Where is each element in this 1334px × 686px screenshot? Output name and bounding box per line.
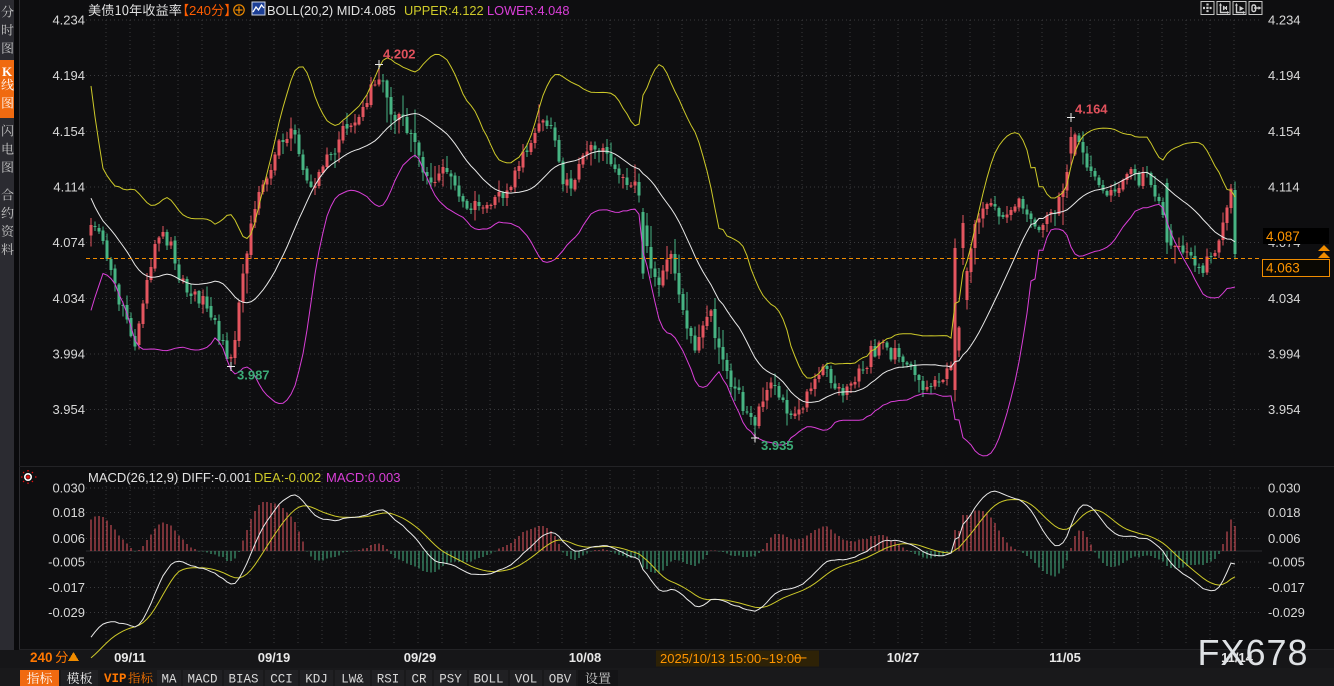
- svg-text:09/29: 09/29: [404, 650, 437, 665]
- svg-text:4.034: 4.034: [52, 291, 85, 306]
- svg-text:4.114: 4.114: [53, 180, 85, 195]
- svg-text:DEA:-0.002: DEA:-0.002: [254, 470, 321, 485]
- svg-text:0.018: 0.018: [52, 505, 85, 520]
- svg-text:VOL: VOL: [515, 673, 538, 686]
- svg-text:0.030: 0.030: [1268, 481, 1301, 496]
- svg-text:3.994: 3.994: [1268, 347, 1301, 362]
- svg-text:4.164: 4.164: [1075, 101, 1108, 116]
- svg-text:-0.017: -0.017: [48, 580, 85, 595]
- svg-text:4.234: 4.234: [52, 13, 85, 28]
- svg-text:MA: MA: [161, 673, 177, 686]
- svg-text:KDJ: KDJ: [305, 673, 328, 686]
- svg-text:4.034: 4.034: [1268, 291, 1301, 306]
- svg-text:-0.005: -0.005: [48, 555, 85, 570]
- svg-text:3.987: 3.987: [237, 368, 270, 383]
- svg-text:11/05: 11/05: [1049, 650, 1081, 665]
- svg-text:-0.029: -0.029: [1268, 605, 1305, 620]
- svg-text:2025/10/13 15:00~19:00: 2025/10/13 15:00~19:00: [660, 651, 801, 666]
- svg-text:4.154: 4.154: [1268, 124, 1301, 139]
- svg-text:-0.005: -0.005: [1268, 555, 1305, 570]
- svg-text:3.935: 3.935: [761, 438, 794, 453]
- svg-text:CCI: CCI: [270, 673, 293, 686]
- svg-text:3.954: 3.954: [1268, 402, 1301, 417]
- svg-text:4.194: 4.194: [52, 68, 85, 83]
- svg-text:FX678: FX678: [1197, 632, 1308, 673]
- svg-text:4.194: 4.194: [1268, 68, 1301, 83]
- svg-text:-0.017: -0.017: [1268, 580, 1305, 595]
- svg-text:MACD:0.003: MACD:0.003: [326, 470, 400, 485]
- svg-text:240: 240: [189, 3, 211, 18]
- svg-text:09/19: 09/19: [258, 650, 291, 665]
- svg-text:PSY: PSY: [439, 673, 462, 686]
- svg-text:RSI: RSI: [377, 673, 400, 686]
- svg-text:K: K: [2, 64, 13, 79]
- svg-text:BOLL(20,2) MID:4.085: BOLL(20,2) MID:4.085: [267, 3, 396, 18]
- svg-text:MACD(26,12,9) DIFF:-0.001: MACD(26,12,9) DIFF:-0.001: [88, 470, 251, 485]
- svg-text:BIAS: BIAS: [228, 673, 258, 686]
- svg-text:LW&: LW&: [341, 673, 364, 686]
- svg-text:4.074: 4.074: [52, 235, 85, 250]
- svg-text:0.018: 0.018: [1268, 505, 1301, 520]
- svg-text:MACD: MACD: [187, 673, 217, 686]
- svg-text:4.063: 4.063: [1266, 261, 1300, 276]
- svg-text:CR: CR: [411, 673, 427, 686]
- svg-text:0.006: 0.006: [52, 531, 85, 546]
- svg-text:4.154: 4.154: [52, 124, 85, 139]
- svg-text:4.087: 4.087: [1266, 229, 1300, 244]
- svg-text:240: 240: [30, 650, 53, 665]
- svg-text:4.202: 4.202: [383, 47, 416, 62]
- svg-text:0.006: 0.006: [1268, 531, 1301, 546]
- svg-text:-0.029: -0.029: [48, 605, 85, 620]
- svg-text:UPPER:4.122: UPPER:4.122: [404, 3, 484, 18]
- svg-text:4.234: 4.234: [1268, 13, 1301, 28]
- svg-text:4.114: 4.114: [1268, 180, 1300, 195]
- svg-text:0.030: 0.030: [52, 481, 85, 496]
- svg-text:09/11: 09/11: [114, 650, 146, 665]
- svg-text:VIP: VIP: [104, 672, 127, 686]
- svg-text:10/08: 10/08: [569, 650, 602, 665]
- svg-text:3.954: 3.954: [52, 402, 85, 417]
- svg-text:BOLL: BOLL: [473, 673, 503, 686]
- svg-text:10/27: 10/27: [887, 650, 920, 665]
- svg-text:LOWER:4.048: LOWER:4.048: [487, 3, 570, 18]
- svg-text:3.994: 3.994: [52, 347, 85, 362]
- svg-text:OBV: OBV: [549, 673, 572, 686]
